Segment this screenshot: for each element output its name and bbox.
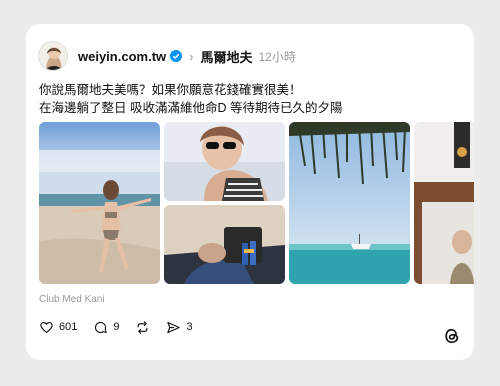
threads-logo-icon[interactable] (442, 326, 462, 346)
like-count: 601 (59, 321, 78, 333)
verified-badge-icon (170, 50, 183, 62)
reply-count: 9 (113, 321, 120, 333)
topic-tag[interactable]: 馬爾地夫 (200, 47, 252, 66)
action-bar: 601 9 3 (39, 318, 209, 336)
photo-sunglasses-selfie[interactable] (164, 122, 285, 201)
post-timestamp: 12小時 (258, 49, 296, 64)
share-button[interactable]: 3 (166, 320, 193, 335)
like-button[interactable]: 601 (39, 320, 77, 335)
post-card: weiyin.com.tw › 馬爾地夫 12小時 你說馬爾地夫美嗎？如果你願意… (26, 24, 474, 360)
photo-beach-bag[interactable] (164, 205, 285, 284)
location-tag[interactable]: Club Med Kani (39, 294, 105, 305)
photo-beach-pose[interactable] (39, 122, 160, 284)
send-icon (167, 321, 181, 333)
post-text-line-2: 在海邊躺了整日 吸收滿滿維他命D 等待期待已久的夕陽 (39, 101, 343, 115)
heart-icon (40, 321, 53, 333)
repost-button[interactable] (135, 320, 150, 335)
post-text-line-1: 你說馬爾地夫美嗎？如果你願意花錢確實很美！ (39, 83, 302, 97)
photo-carousel[interactable] (39, 122, 474, 284)
post-body: 你說馬爾地夫美嗎？如果你願意花錢確實很美！ 在海邊躺了整日 吸收滿滿維他命D 等… (39, 81, 459, 117)
photo-mirror-selfie[interactable] (414, 122, 474, 284)
repost-arrows-icon (138, 320, 148, 334)
username[interactable]: weiyin.com.tw (78, 49, 166, 64)
reply-button[interactable]: 9 (93, 320, 119, 335)
comment-bubble-icon (95, 321, 108, 333)
post-header: weiyin.com.tw › 馬爾地夫 12小時 (38, 41, 296, 71)
avatar[interactable] (38, 41, 68, 71)
photo-palm-sea[interactable] (289, 122, 410, 284)
share-count: 3 (186, 321, 193, 333)
topic-divider: › (189, 48, 194, 64)
